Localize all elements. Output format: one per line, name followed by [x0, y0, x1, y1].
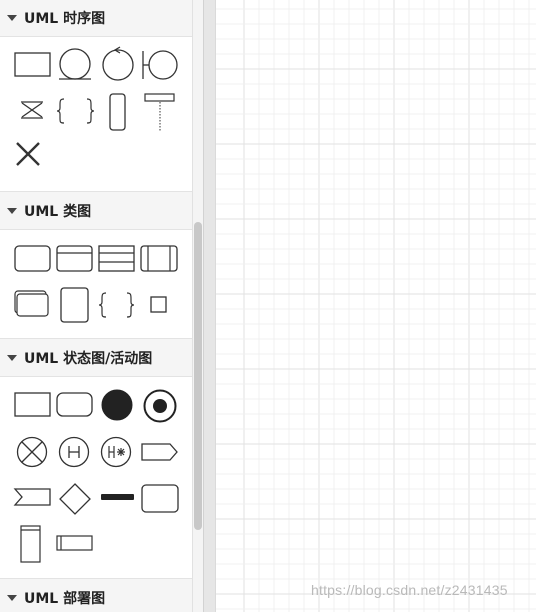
collapse-caret-icon — [7, 207, 17, 214]
lifeline-shape[interactable] — [144, 93, 178, 133]
sidebar-scrollbar-thumb[interactable] — [194, 222, 202, 530]
swimlane-horizontal-shape[interactable] — [56, 535, 96, 555]
panel-splitter[interactable] — [203, 0, 216, 612]
section-header-uml-class[interactable]: UML 类图 — [0, 191, 192, 230]
action-rounded-shape[interactable] — [141, 484, 181, 514]
collapse-caret-icon — [7, 14, 17, 21]
destroy-x-shape[interactable] — [15, 141, 43, 169]
decision-diamond-shape[interactable] — [58, 482, 94, 516]
small-square-shape[interactable] — [150, 296, 170, 316]
section-header-uml-deployment[interactable]: UML 部署图 — [0, 578, 192, 612]
diagram-canvas[interactable] — [216, 0, 536, 612]
stacked-class-shape[interactable] — [14, 290, 52, 320]
entity-lifeline-shape[interactable] — [58, 48, 94, 82]
section-title: UML 状态图/活动图 — [24, 350, 153, 367]
section-title: UML 类图 — [24, 203, 92, 220]
collapse-caret-icon — [7, 594, 17, 601]
section-title: UML 部署图 — [24, 590, 106, 607]
section-header-uml-sequence[interactable]: UML 时序图 — [0, 0, 192, 37]
section-title: UML 时序图 — [24, 10, 106, 27]
final-state-shape[interactable] — [143, 389, 179, 425]
canvas-grid — [216, 0, 536, 612]
shape-sidebar: UML 时序图 UML 类图 UML 状态图/活动图 UML 部署图 — [0, 0, 193, 612]
braces-shape[interactable] — [55, 97, 99, 125]
state-rounded-shape[interactable] — [56, 392, 96, 420]
active-class-shape[interactable] — [140, 245, 180, 273]
actor-rectangle-shape[interactable] — [14, 52, 52, 78]
deep-history-shape[interactable] — [100, 436, 134, 470]
state-rectangle-shape[interactable] — [14, 392, 52, 420]
collapse-caret-icon — [7, 354, 17, 361]
watermark-text: https://blog.csdn.net/z2431435 — [311, 582, 508, 598]
activation-bar-shape[interactable] — [108, 93, 128, 133]
initial-state-shape[interactable] — [101, 389, 135, 423]
boundary-lifeline-shape[interactable] — [141, 49, 181, 83]
class-with-header-shape[interactable] — [56, 245, 94, 273]
control-lifeline-shape[interactable] — [101, 46, 137, 82]
receive-signal-shape[interactable] — [13, 487, 54, 509]
section-header-uml-state-activity[interactable]: UML 状态图/活动图 — [0, 338, 192, 377]
class-rounded-shape[interactable] — [14, 245, 52, 273]
destroy-hourglass-shape[interactable] — [20, 100, 46, 122]
braces-shape[interactable] — [98, 291, 142, 319]
shallow-history-shape[interactable] — [58, 436, 92, 470]
class-three-compartment-shape[interactable] — [98, 245, 136, 273]
flow-final-shape[interactable] — [16, 436, 50, 470]
send-signal-shape[interactable] — [141, 442, 181, 464]
interface-rounded-shape[interactable] — [60, 287, 92, 325]
swimlane-vertical-shape[interactable] — [20, 525, 44, 565]
fork-join-bar-shape[interactable] — [100, 493, 136, 503]
